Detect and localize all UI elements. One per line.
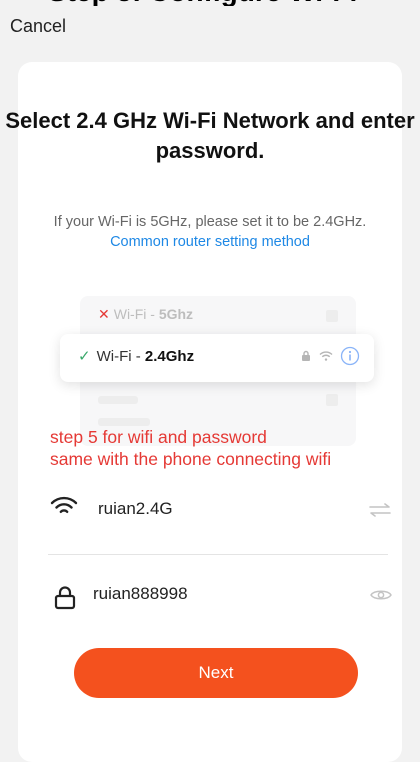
placeholder-square [326,394,338,406]
field-divider [48,554,388,555]
placeholder-square [326,310,338,322]
wifi-24g-band: 2.4Ghz [144,348,195,365]
wifi-icon [50,496,78,513]
show-password-eye-icon[interactable] [370,588,392,602]
lock-icon [54,586,76,610]
cancel-button[interactable]: Cancel [10,16,66,37]
check-icon: ✓ [78,348,91,365]
wifi-24g-row: ✓ Wi-Fi - 2.4Ghz [78,347,194,365]
router-setting-link[interactable]: Common router setting method [110,234,310,250]
wifi-signal-icon [319,351,333,361]
annotation-line-1: step 5 for wifi and password [50,427,267,447]
lock-icon [302,350,311,361]
wifi-24g-prefix: Wi-Fi - [96,348,145,365]
instruction-body: If your Wi-Fi is 5GHz, please set it to … [53,214,367,230]
instruction-text: If your Wi-Fi is 5GHz, please set it to … [30,212,390,252]
placeholder-bar [98,396,138,404]
page-title: Select 2.4 GHz Wi-Fi Network and enter p… [5,108,415,163]
placeholder-bar [98,418,150,426]
ssid-input[interactable]: ruian2.4G [98,499,173,519]
password-input[interactable]: ruian888998 [93,584,188,604]
annotation-line-2: same with the phone connecting wifi [50,449,332,469]
network-status-icons [301,346,360,366]
cross-icon: ✕ [98,306,110,322]
wifi-5g-band: 5Ghz [158,306,194,322]
wifi-5g-prefix: Wi-Fi - [113,306,159,322]
wifi-24g-card: ✓ Wi-Fi - 2.4Ghz [60,334,374,382]
switch-network-icon[interactable] [368,502,392,518]
next-button[interactable]: Next [74,648,358,698]
wifi-5g-row: ✕ Wi-Fi - 5Ghz [98,306,193,323]
info-icon [340,346,360,366]
cropped-header-banner: Step 5: Configure Wi-Fi [0,0,420,6]
